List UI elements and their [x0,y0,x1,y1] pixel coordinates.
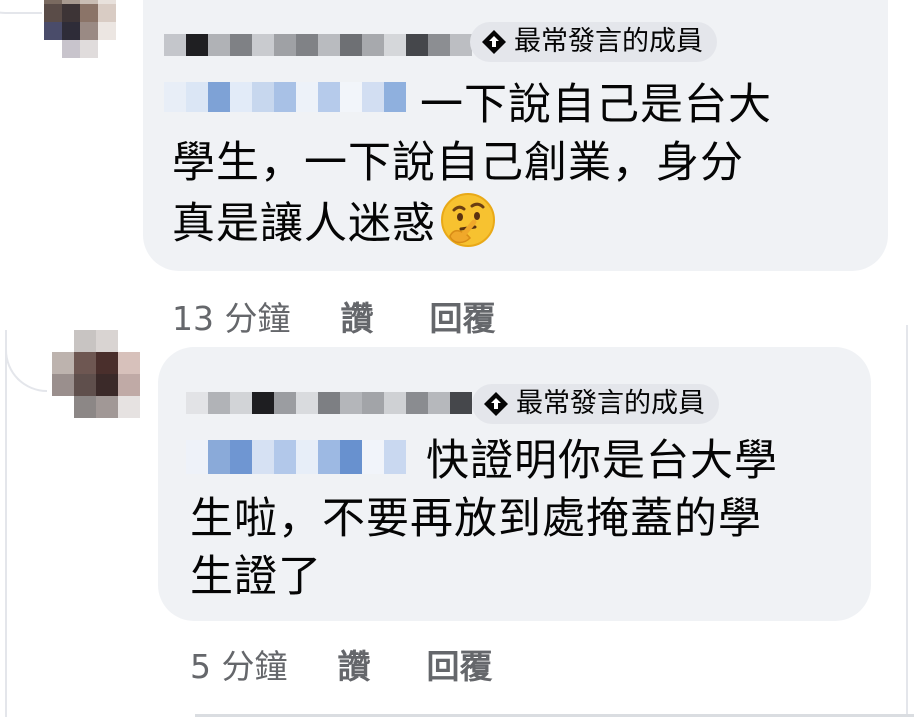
like-button[interactable]: 讚 [338,640,371,688]
comment-line: 快證明你是台大學 [426,436,778,486]
commenter-name-redacted[interactable] [164,34,472,56]
thread-connector [0,0,42,14]
thread-line [5,330,7,717]
comment-line: 學生，一下說自己創業，身分 [172,138,744,188]
thinking-face-emoji-icon [441,193,495,247]
comment-body: 快證明你是台大學 生啦，不要再放到處掩蓋的學 生證了 [190,432,778,606]
badge-label: 最常發言的成員 [514,26,703,57]
top-fan-badge: 最常發言的成員 [470,22,717,62]
reply-actions: 5 分鐘 讚 回覆 [190,640,493,688]
avatar[interactable] [52,330,140,418]
comment-line: 生啦，不要再放到處掩蓋的學 [190,494,762,544]
like-button[interactable]: 讚 [340,292,373,340]
reply-button[interactable]: 回覆 [429,292,495,340]
comment-actions: 13 分鐘 讚 回覆 [172,292,495,340]
top-fan-icon [484,392,508,416]
comment-body: 一下說自己是台大 學生，一下說自己創業，身分 真是讓人迷惑 [172,76,772,253]
thread-line-right [906,325,908,717]
badge-label: 最常發言的成員 [516,388,705,419]
top-fan-icon [482,30,506,54]
comment-timestamp[interactable]: 13 分鐘 [172,292,290,340]
comment-timestamp[interactable]: 5 分鐘 [190,640,288,688]
avatar[interactable] [44,0,116,58]
top-fan-badge: 最常發言的成員 [472,384,719,424]
commenter-name-redacted[interactable] [186,392,472,414]
comment-thread: 最常發言的成員 一下說自己是台大 學生，一下說自己創業，身分 真是讓人迷惑 13… [0,0,914,717]
reply-connector [5,330,47,392]
comment-line: 一下說自己是台大 [420,80,772,130]
reply-button[interactable]: 回覆 [427,640,493,688]
comment-line: 真是讓人迷惑 [172,199,436,249]
comment-line: 生證了 [190,552,322,602]
comment-line-with-emoji: 真是讓人迷惑 [172,192,772,253]
